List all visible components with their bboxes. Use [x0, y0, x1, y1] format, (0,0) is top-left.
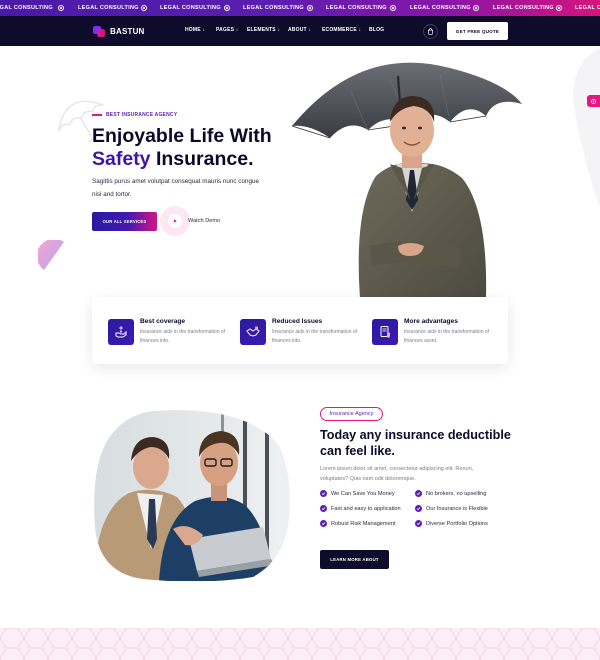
cart-button[interactable]: [423, 24, 438, 39]
watch-demo-label[interactable]: Watch Demo: [188, 218, 220, 224]
feature-item: Best coverage Insurance aids in the tran…: [108, 317, 238, 347]
play-button-inner: [168, 214, 182, 228]
eyebrow-text: BEST INSURANCE AGENCY: [106, 112, 178, 118]
feature-icon-box: [372, 319, 398, 345]
feature-item: More advantages Insurance aids in the tr…: [372, 317, 502, 347]
check-icon: [320, 505, 327, 512]
hero-eyebrow: BEST INSURANCE AGENCY: [92, 112, 177, 118]
logo-text: BASTUN: [110, 26, 145, 36]
feature-title: Reduced Issues: [272, 318, 323, 325]
ticker-item: LEGAL CONSULTING: [575, 5, 600, 11]
hero-description: Sagittis purus amet volutpat consequat m…: [92, 178, 259, 198]
hero-title: Enjoyable Life With Safety Insurance.: [92, 125, 302, 171]
checklist-item: Diverse Portfolio Options: [415, 520, 488, 527]
checklist-label: Our Insurance is Flexible: [426, 505, 488, 512]
check-icon: [415, 520, 422, 527]
logo[interactable]: BASTUN: [93, 25, 145, 37]
hexagon-pattern-icon: [0, 628, 600, 660]
ticker-item: LEGAL CONSULTING: [410, 5, 471, 11]
checklist-item: Our Insurance is Flexible: [415, 505, 488, 512]
background-blob-decoration: [573, 48, 600, 208]
ticker-dot-icon: [141, 5, 147, 11]
feature-icon-box: [240, 319, 266, 345]
site-header: BASTUN HOME ↓ PAGES ↓ ELEMENTS ↓ ABOUT ↓…: [0, 16, 600, 46]
check-icon: [415, 490, 422, 497]
feature-description: Insurance aids in the transformation of …: [140, 329, 226, 344]
ticker-item: LEGAL CONSULTING: [78, 5, 139, 11]
nav-item-pages[interactable]: PAGES ↓: [216, 27, 238, 33]
half-circle-decoration: [38, 240, 64, 270]
feature-title: Best coverage: [140, 318, 186, 325]
about-business-meeting-image: [94, 410, 290, 581]
eyebrow-line: [92, 114, 102, 116]
ticker-dot-icon: [473, 5, 479, 11]
ticker-item: LEGAL CONSULTING: [243, 5, 304, 11]
logo-mark-icon: [93, 25, 106, 37]
features-card: Best coverage Insurance aids in the tran…: [92, 297, 508, 364]
get-free-quote-button[interactable]: GET FREE QUOTE: [447, 22, 508, 40]
ticker-dot-icon: [307, 5, 313, 11]
checklist-label: Diverse Portfolio Options: [426, 520, 488, 527]
hero-man-with-umbrella-image: [291, 62, 522, 298]
nav-item-home[interactable]: HOME ↓: [185, 27, 205, 33]
cart-icon: [428, 28, 433, 35]
benefits-checklist: We Can Save You Money No brokers, no ups…: [320, 490, 520, 530]
nav-item-ecommerce[interactable]: ECOMMERCE ↓: [322, 27, 361, 33]
feature-description: Insurance aids in the transformation of …: [272, 329, 358, 344]
ticker-dot-icon: [390, 5, 396, 11]
feature-icon-box: [108, 319, 134, 345]
ticker-item: LEGAL CONSULTING: [326, 5, 387, 11]
hero-title-accent: Safety: [92, 148, 151, 170]
ticker-item: LEGAL CONSULTING: [160, 5, 221, 11]
play-icon: [173, 219, 177, 223]
settings-icon: [590, 98, 597, 104]
insurance-agency-tag: Insurance Agency: [320, 407, 383, 421]
checklist-item: Fast and easy to application: [320, 505, 401, 512]
about-description: Lorem ipsum dolor sit amet, consectetur …: [320, 466, 474, 482]
learn-more-about-button[interactable]: LEARN MORE ABOUT: [320, 550, 389, 569]
about-title: Today any insurance deductible can feel …: [320, 428, 511, 458]
checklist-item: Robust Risk Management: [320, 520, 395, 527]
checklist-label: No brokers, no upselling: [426, 490, 487, 497]
ticker-dot-icon: [224, 5, 230, 11]
checklist-label: We Can Save You Money: [331, 490, 395, 497]
ticker-dot-icon: [556, 5, 562, 11]
feature-description: Insurance aids in the transformation of …: [404, 329, 490, 344]
check-icon: [320, 490, 327, 497]
handshake-icon: [246, 326, 260, 337]
hand-coins-icon: [115, 326, 127, 338]
nav-item-elements[interactable]: ELEMENTS ↓: [247, 27, 280, 33]
nav-item-about[interactable]: ABOUT ↓: [288, 27, 311, 33]
side-settings-chip[interactable]: [587, 95, 600, 107]
ticker-dot-icon: [58, 5, 64, 11]
checklist-item: We Can Save You Money: [320, 490, 395, 497]
watch-demo-play-button[interactable]: [160, 206, 190, 236]
check-icon: [415, 505, 422, 512]
hexagon-pattern-band: [0, 628, 600, 660]
feature-title: More advantages: [404, 318, 458, 325]
document-shield-icon: [380, 326, 390, 338]
checklist-label: Fast and easy to application: [331, 505, 401, 512]
our-all-services-button[interactable]: OUR ALL SERVICES: [92, 212, 157, 231]
hero-title-rest: Insurance.: [150, 148, 254, 170]
feature-item: Reduced Issues Insurance aids in the tra…: [240, 317, 370, 347]
ticker-bar: LEGAL CONSULTING LEGAL CONSULTING LEGAL …: [0, 0, 600, 16]
ticker-item: LEGAL CONSULTING: [493, 5, 554, 11]
ticker-item: LEGAL CONSULTING: [0, 5, 53, 11]
nav-item-blog[interactable]: BLOG: [369, 27, 384, 33]
check-icon: [320, 520, 327, 527]
hero-title-line1: Enjoyable Life With: [92, 125, 272, 147]
checklist-item: No brokers, no upselling: [415, 490, 486, 497]
checklist-label: Robust Risk Management: [331, 520, 396, 527]
